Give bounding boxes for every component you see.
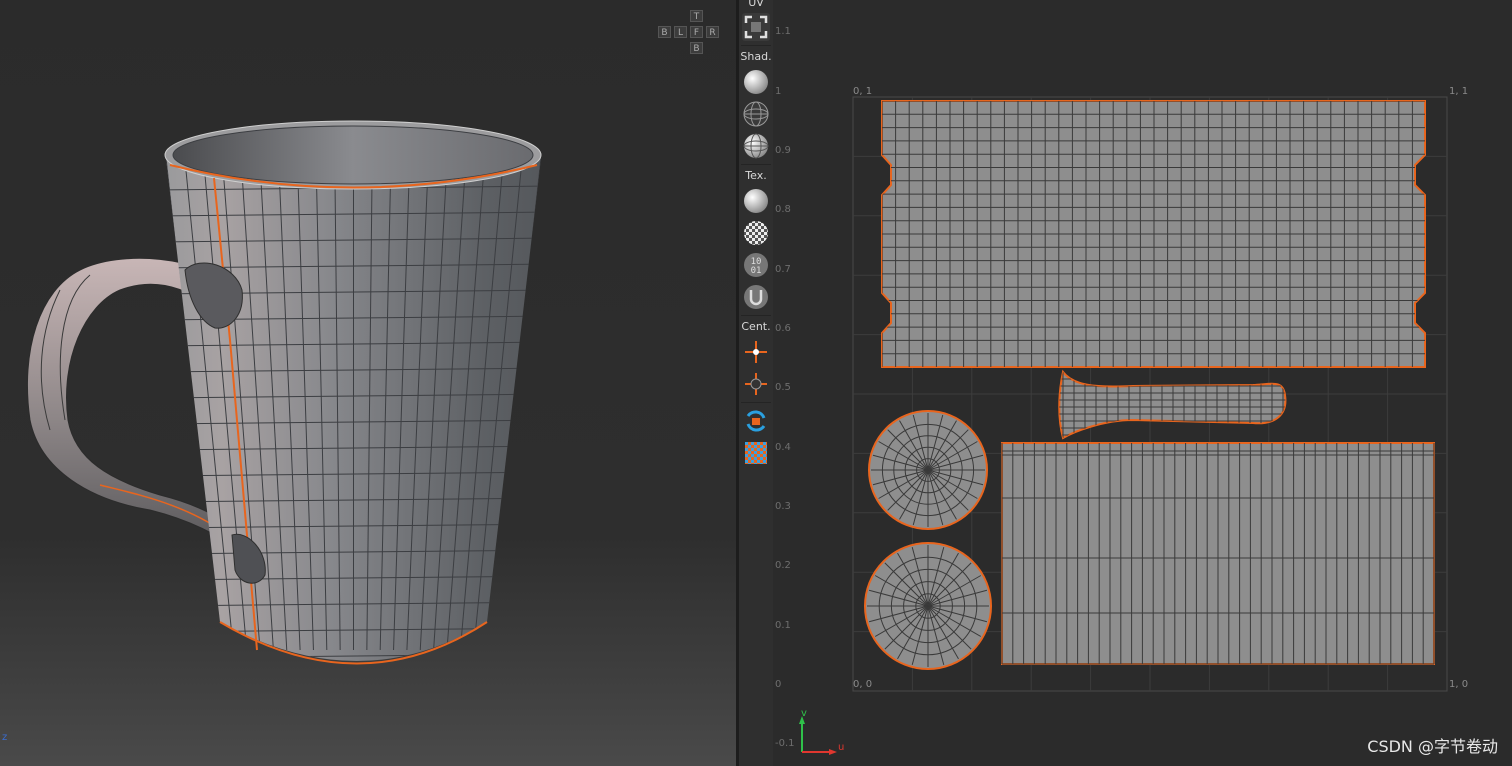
texture-button[interactable] — [742, 187, 770, 215]
checker-sphere-icon — [744, 221, 768, 245]
mug-model[interactable] — [0, 0, 736, 766]
center-grid-button[interactable] — [742, 370, 770, 398]
texture-sphere-icon — [744, 189, 768, 213]
watermark: CSDN @字节卷动 — [1367, 737, 1498, 756]
uv-section-label: UV — [748, 0, 764, 9]
shading-section-label: Shad. — [740, 50, 772, 63]
checker-grid-icon — [745, 442, 767, 464]
axis-z-label: z — [2, 732, 8, 743]
texture-section-label: Tex. — [745, 169, 767, 182]
center-button[interactable] — [742, 338, 770, 366]
view-left-button[interactable]: L — [674, 26, 687, 38]
uv-sphere-icon — [744, 285, 768, 309]
view-front-button[interactable]: F — [690, 26, 703, 38]
uv-editor[interactable]: 1.1 1 0.9 0.8 0.7 0.6 0.5 0.4 0.3 0.2 0.… — [773, 0, 1512, 766]
uv-canvas[interactable] — [773, 0, 1512, 766]
binary-button[interactable]: 10 01 — [742, 251, 770, 279]
uv-sphere-button[interactable] — [742, 283, 770, 311]
binary-sphere-icon: 1001 — [744, 253, 768, 277]
checker-button[interactable] — [742, 219, 770, 247]
lit-wire-button[interactable] — [742, 132, 770, 160]
uv-toolbar: UV Shad. Tex. 10 01 Cent. — [739, 0, 773, 766]
checker-grid-button[interactable] — [742, 439, 770, 467]
uv-corner-bottom-left: 0, 0 — [853, 679, 873, 690]
rotate-lock-icon — [746, 410, 766, 432]
center-section-label: Cent. — [741, 320, 771, 333]
shaded-button[interactable] — [742, 68, 770, 96]
3d-viewport[interactable]: T B L F R B z — [0, 0, 736, 766]
uv-corner-bottom-right: 1, 0 — [1449, 679, 1469, 690]
svg-text:01: 01 — [751, 266, 762, 276]
uv-corner-top-left: 0, 1 — [853, 86, 873, 97]
center-grid-icon — [745, 373, 767, 395]
uv-frame-icon — [744, 15, 768, 39]
wireframe-button[interactable] — [742, 100, 770, 128]
shaded-sphere-icon — [744, 70, 768, 94]
view-bottom-button[interactable]: B — [690, 42, 703, 54]
view-back-button[interactable]: B — [658, 26, 671, 38]
view-right-button[interactable]: R — [706, 26, 719, 38]
view-cube[interactable]: T B L F R B — [658, 10, 722, 58]
uv-frame-button[interactable] — [742, 13, 770, 41]
v-axis-label: v — [801, 708, 807, 719]
u-axis-label: u — [838, 742, 845, 753]
wireframe-sphere-icon — [743, 101, 769, 127]
center-icon — [745, 341, 767, 363]
uv-corner-top-right: 1, 1 — [1449, 86, 1469, 97]
view-top-button[interactable]: T — [690, 10, 703, 22]
rotate-lock-button[interactable] — [742, 407, 770, 435]
uv-shell-handle — [1058, 369, 1287, 440]
lit-wire-sphere-icon — [743, 133, 769, 159]
